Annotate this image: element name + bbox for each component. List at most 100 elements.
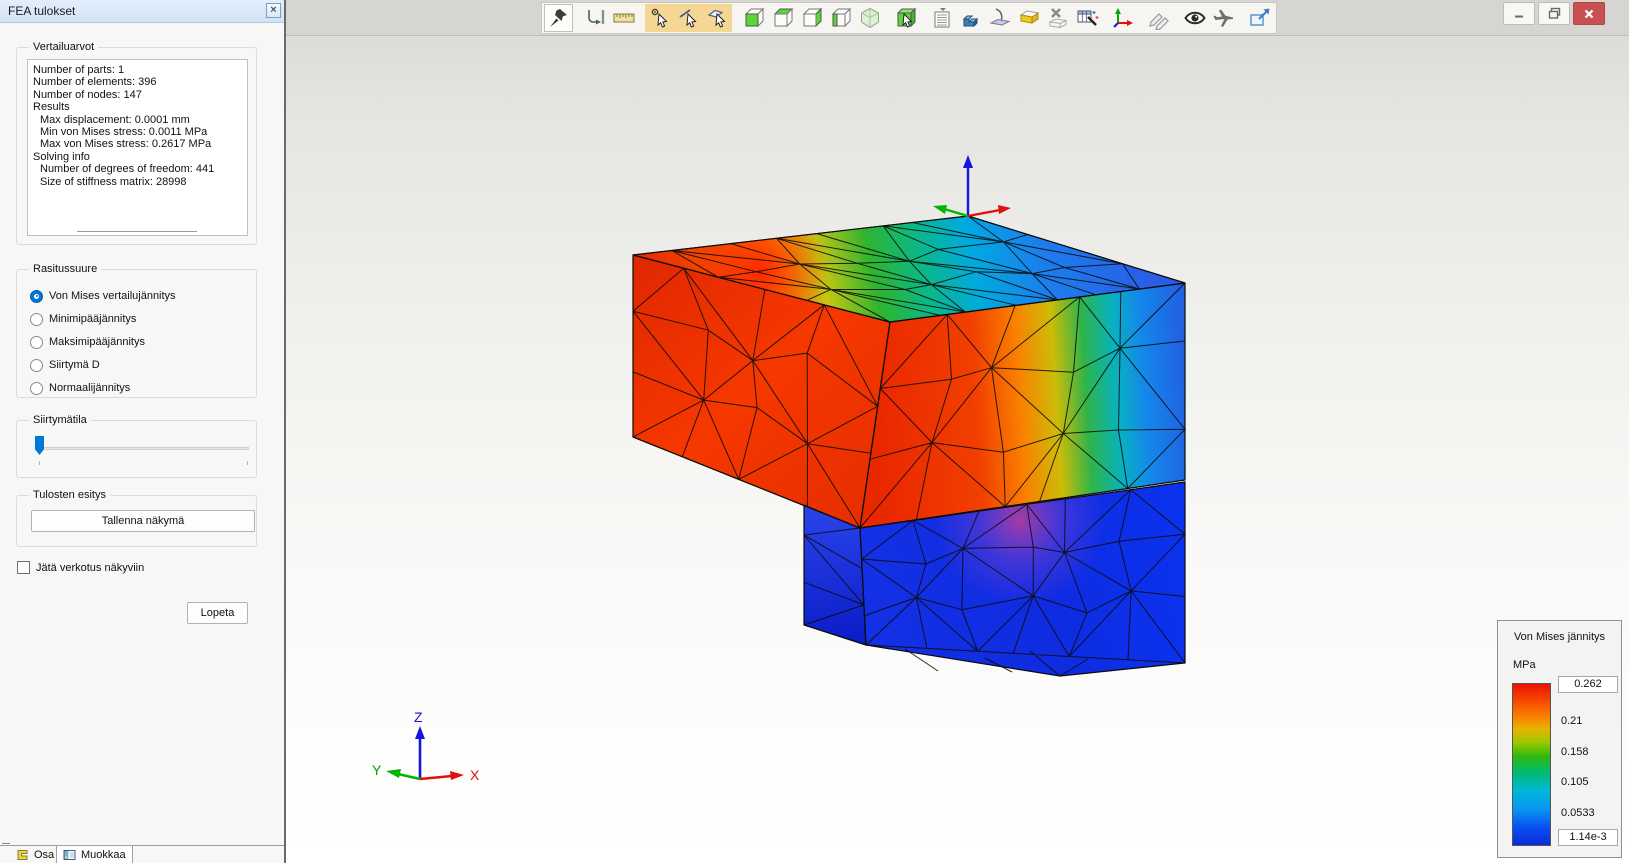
feature-list-icon xyxy=(934,8,949,28)
view-front-button[interactable] xyxy=(739,4,768,32)
sketch-pencils-icon xyxy=(1148,13,1169,30)
legend-tick-label: 0.21 xyxy=(1561,715,1583,727)
radio-label: Von Mises vertailujännitys xyxy=(49,290,176,302)
view-left-icon xyxy=(831,7,851,28)
results-line: Size of stiffness matrix: 28998 xyxy=(40,175,187,188)
results-resize-handle[interactable] xyxy=(77,231,197,232)
radio-icon[interactable] xyxy=(30,358,43,372)
sheet-plane-button[interactable] xyxy=(985,4,1014,32)
tab-osa[interactable]: Osa xyxy=(10,846,62,863)
close-icon[interactable]: × xyxy=(266,3,281,18)
displacement-slider-track[interactable] xyxy=(37,447,249,450)
displacement-slider-thumb[interactable] xyxy=(35,436,44,455)
sheet-plane-icon xyxy=(988,8,1011,26)
stress-option-5[interactable]: Normaalijännitys xyxy=(30,380,130,396)
results-line: Number of degrees of freedom: 441 xyxy=(40,163,215,176)
select-body-button[interactable] xyxy=(891,4,920,32)
stress-option-3[interactable]: Maksimipääjännitys xyxy=(30,334,145,350)
section-box-button[interactable] xyxy=(1014,4,1043,32)
displacement-groupbox: Siirtymätila xyxy=(16,414,257,478)
tab-osa-label: Osa xyxy=(34,848,55,861)
results-line: Number of nodes: 147 xyxy=(33,88,142,101)
select-face-button[interactable] xyxy=(703,4,732,32)
radio-icon[interactable] xyxy=(30,335,43,349)
close-window-button[interactable] xyxy=(1573,2,1605,25)
keep-mesh-label: Jätä verkotus näkyviin xyxy=(36,561,145,574)
restore-button[interactable] xyxy=(1538,2,1570,25)
radio-icon[interactable] xyxy=(30,312,43,326)
fea-results-panel: FEA tulokset × Vertailuarvot Number of p… xyxy=(0,0,284,863)
results-line: Number of elements: 396 xyxy=(33,76,157,89)
legend-tick-label: 0.158 xyxy=(1561,745,1589,758)
model-viewport[interactable]: Z Y X Von Mises jännitys MPa 0.262 0.21 0… xyxy=(286,36,1629,863)
table-edit-button[interactable] xyxy=(1072,4,1101,32)
coordinate-system-button[interactable] xyxy=(1108,4,1137,32)
table-edit-icon xyxy=(1077,10,1098,26)
view-isometric-button[interactable] xyxy=(855,4,884,32)
measure-distance-icon xyxy=(587,10,604,25)
radio-label: Siirtymä D xyxy=(49,359,100,371)
panel-titlebar: FEA tulokset × xyxy=(0,0,284,23)
tabbar-dash xyxy=(2,843,10,844)
fly-through-icon xyxy=(1213,9,1233,27)
ruler-button[interactable] xyxy=(609,4,638,32)
select-edge-button[interactable] xyxy=(674,4,703,32)
keep-mesh-visible-row[interactable]: Jätä verkotus näkyviin xyxy=(17,561,144,574)
stress-option-4[interactable]: Siirtymä D xyxy=(30,357,100,373)
view-isometric-icon xyxy=(860,7,879,29)
output-group-label: Tulosten esitys xyxy=(29,489,110,501)
delete-face-icon xyxy=(1047,8,1068,29)
axis-label-y: Y xyxy=(372,762,382,778)
quit-button[interactable]: Lopeta xyxy=(187,602,248,624)
select-vertex-button[interactable] xyxy=(645,4,674,32)
view-top-icon xyxy=(773,7,793,28)
legend-tick-label: 0.0533 xyxy=(1561,806,1595,819)
coordinate-system-icon xyxy=(1112,8,1133,28)
view-top-button[interactable] xyxy=(768,4,797,32)
restore-icon xyxy=(1548,7,1560,19)
sketch-pencils-button[interactable] xyxy=(1144,4,1173,32)
pin-button[interactable] xyxy=(544,4,573,32)
legend-colorbar xyxy=(1512,683,1551,846)
select-vertex-icon xyxy=(651,8,668,28)
visibility-eye-button[interactable] xyxy=(1180,4,1209,32)
radio-icon[interactable] xyxy=(30,381,43,395)
results-line: Min von Mises stress: 0.0011 MPa xyxy=(40,126,208,139)
view-right-button[interactable] xyxy=(797,4,826,32)
feature-list-button[interactable] xyxy=(927,4,956,32)
legend-tick-label: 0.105 xyxy=(1561,776,1589,788)
view-left-button[interactable] xyxy=(826,4,855,32)
visibility-eye-icon xyxy=(1183,11,1206,25)
results-line: Max displacement: 0.0001 mm xyxy=(40,113,190,126)
stress-option-1[interactable]: Von Mises vertailujännitys xyxy=(30,288,176,304)
radio-label: Normaalijännitys xyxy=(49,382,131,394)
results-line: Solving info xyxy=(33,150,90,163)
tab-muokkaa[interactable]: Muokkaa xyxy=(56,845,133,863)
select-face-icon xyxy=(707,9,726,28)
keep-mesh-checkbox[interactable] xyxy=(17,561,30,574)
stress-option-2[interactable]: Minimipääjännitys xyxy=(30,311,136,327)
measure-distance-button[interactable] xyxy=(580,4,609,32)
minimize-button[interactable] xyxy=(1503,2,1535,25)
tab-muokkaa-label: Muokkaa xyxy=(81,848,126,861)
save-view-button[interactable]: Tallenna näkymä xyxy=(31,510,255,532)
export-view-button[interactable] xyxy=(1245,4,1274,32)
world-axes-triad: Z Y X xyxy=(372,709,480,783)
results-group-label: Vertailuarvot xyxy=(29,41,99,53)
results-line: Max von Mises stress: 0.2617 MPa xyxy=(40,138,212,151)
stress-type-groupbox: Rasitussuure Von Mises vertailujännitys M… xyxy=(16,263,257,398)
output-groupbox: Tulosten esitys Tallenna näkymä xyxy=(16,489,257,547)
delete-face-button[interactable] xyxy=(1043,4,1072,32)
extrude-block-icon xyxy=(962,15,978,28)
stress-group-label: Rasitussuure xyxy=(29,263,102,275)
results-text-box: Number of parts: 1 Number of elements: 39… xyxy=(27,59,248,236)
fly-through-button[interactable] xyxy=(1209,4,1238,32)
legend-min-input[interactable]: 1.14e-3 xyxy=(1558,829,1618,846)
fea-model-canvas[interactable]: Z Y X xyxy=(286,36,1629,863)
radio-icon[interactable] xyxy=(30,289,43,303)
results-line: Number of parts: 1 xyxy=(33,64,125,76)
part-icon xyxy=(17,849,28,860)
extrude-block-button[interactable] xyxy=(956,4,985,32)
legend-max-input[interactable]: 0.262 xyxy=(1558,676,1618,693)
export-view-icon xyxy=(1249,8,1269,26)
